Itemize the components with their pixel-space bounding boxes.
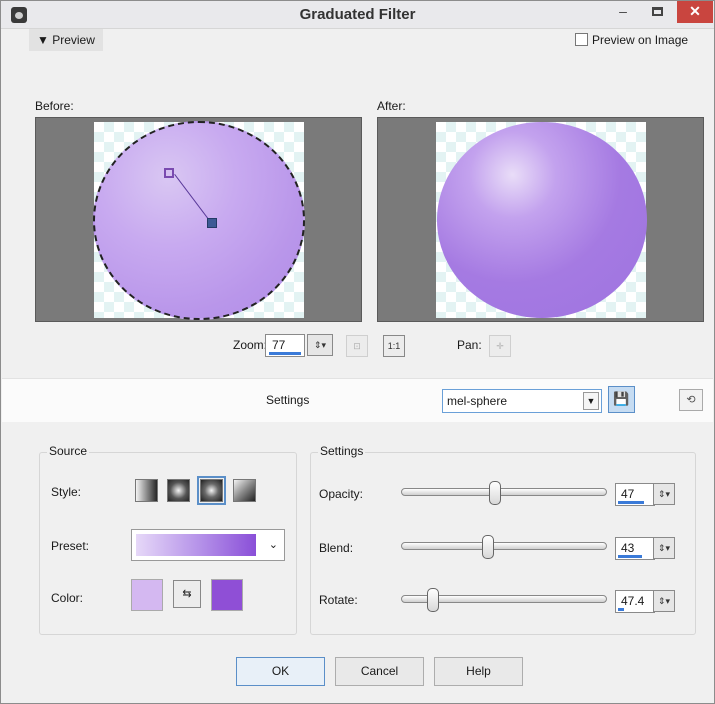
style-corner-button[interactable] <box>233 479 256 502</box>
style-rectangular-button[interactable] <box>167 479 190 502</box>
opacity-slider-thumb[interactable] <box>489 481 501 505</box>
after-label: After: <box>377 99 406 113</box>
gradient-end-handle[interactable] <box>207 218 217 228</box>
blend-slider-thumb[interactable] <box>482 535 494 559</box>
minimize-button[interactable]: – <box>609 1 637 23</box>
pan-button[interactable]: ✛ <box>489 335 511 357</box>
zoom-actual-size-button[interactable]: 1:1 <box>383 335 405 357</box>
zoom-label: Zoom: <box>233 338 268 352</box>
graduated-filter-dialog: Graduated Filter – ✕ ▼ Preview Preview o… <box>0 0 715 704</box>
checkbox-icon <box>575 33 588 46</box>
blend-slider[interactable] <box>401 535 607 559</box>
preview-toggle[interactable]: ▼ Preview <box>29 29 103 51</box>
after-sphere <box>437 122 647 318</box>
maximize-icon <box>651 7 663 16</box>
window-title: Graduated Filter <box>299 6 416 23</box>
blend-label: Blend: <box>319 541 354 555</box>
zoom-input[interactable]: 77 <box>265 334 305 357</box>
save-preset-button[interactable]: 💾 <box>608 386 635 413</box>
gradient-preview-swatch <box>136 534 256 556</box>
end-color-swatch[interactable] <box>211 579 243 611</box>
zoom-pan-row: Zoom: 77 ⇕▾ ⊡ 1:1 Pan: ✛ <box>1 331 715 361</box>
source-group-title: Source <box>47 444 90 458</box>
style-label: Style: <box>51 485 82 499</box>
before-sphere-selection <box>93 121 305 320</box>
preset-dropdown-value: mel-sphere <box>447 394 508 408</box>
blend-value: 43 <box>621 541 635 555</box>
rotate-slider[interactable] <box>401 588 607 612</box>
rotate-slider-thumb[interactable] <box>427 588 439 612</box>
reset-icon: ⟲ <box>686 394 696 406</box>
blend-level-bar <box>618 555 642 558</box>
opacity-slider[interactable] <box>401 481 607 505</box>
swap-colors-button[interactable]: ⇆ <box>173 580 201 608</box>
help-button[interactable]: Help <box>434 657 523 686</box>
settings-label: Settings <box>266 393 310 407</box>
style-linear-button[interactable] <box>135 479 158 502</box>
chevron-down-icon: ▼ <box>583 392 599 410</box>
blend-spinner[interactable]: ⇕▾ <box>653 537 675 559</box>
settings-group-title: Settings <box>318 444 366 458</box>
opacity-spinner[interactable]: ⇕▾ <box>653 483 675 505</box>
before-preview[interactable] <box>35 117 362 322</box>
before-label: Before: <box>35 99 74 113</box>
blend-input[interactable]: 43 <box>615 537 655 560</box>
rotate-level-bar <box>618 608 624 611</box>
opacity-label: Opacity: <box>319 487 364 501</box>
style-radial-button[interactable] <box>197 476 226 505</box>
pan-label: Pan: <box>457 338 482 352</box>
ok-button[interactable]: OK <box>236 657 325 686</box>
rotate-input[interactable]: 47.4 <box>615 590 655 613</box>
floppy-disk-icon: 💾 <box>613 391 630 406</box>
chevron-down-icon: ⌄ <box>268 539 278 551</box>
zoom-fit-button[interactable]: ⊡ <box>346 335 368 357</box>
start-color-swatch[interactable] <box>131 579 163 611</box>
restore-defaults-button[interactable]: ⟲ <box>679 389 703 411</box>
preview-on-image-label: Preview on Image <box>592 33 689 47</box>
rotate-label: Rotate: <box>319 593 358 607</box>
close-button[interactable]: ✕ <box>677 1 713 23</box>
preset-dropdown[interactable]: mel-sphere ▼ <box>442 389 602 413</box>
preset-label: Preset: <box>51 539 90 553</box>
after-preview <box>377 117 704 322</box>
gradient-preset-picker[interactable]: ⌄ <box>131 529 285 561</box>
color-label: Color: <box>51 591 84 605</box>
preview-on-image-checkbox[interactable]: Preview on Image <box>575 31 688 49</box>
gradient-start-handle[interactable] <box>164 168 174 178</box>
rotate-value: 47.4 <box>621 594 645 608</box>
maximize-button[interactable] <box>643 1 671 23</box>
swap-icon: ⇆ <box>182 588 192 600</box>
opacity-level-bar <box>618 501 644 504</box>
title-bar: Graduated Filter – ✕ <box>1 1 714 29</box>
opacity-value: 47 <box>621 487 635 501</box>
zoom-spinner[interactable]: ⇕▾ <box>307 334 333 356</box>
cancel-button[interactable]: Cancel <box>335 657 424 686</box>
rotate-spinner[interactable]: ⇕▾ <box>653 590 675 612</box>
opacity-input[interactable]: 47 <box>615 483 655 506</box>
settings-preset-bar: Settings mel-sphere ▼ 💾 ⟲ <box>2 378 713 422</box>
